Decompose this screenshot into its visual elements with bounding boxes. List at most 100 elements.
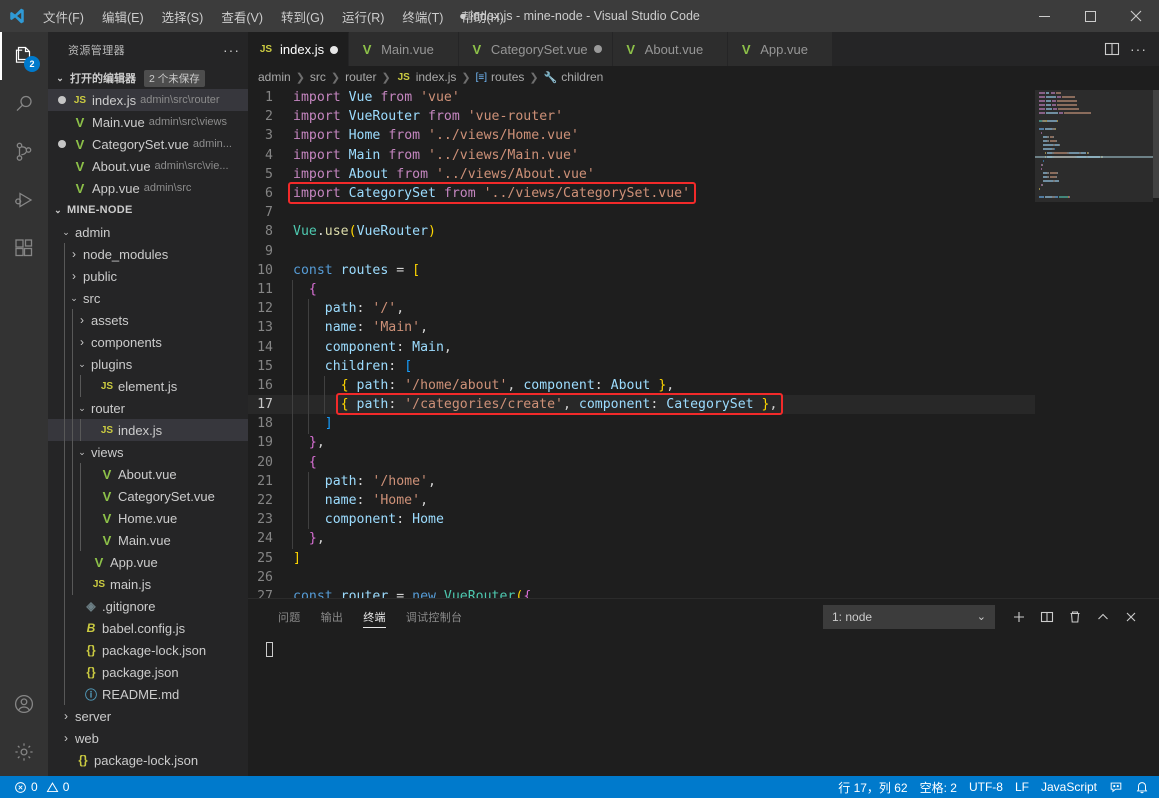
- menu-selection[interactable]: 选择(S): [153, 3, 213, 30]
- panel-tab-debug-console[interactable]: 调试控制台: [396, 599, 473, 634]
- code-line[interactable]: 8Vue.use(VueRouter): [248, 222, 1035, 241]
- list-item[interactable]: V Main.vue admin\src\views: [48, 111, 248, 133]
- tree-root-folder[interactable]: ⌄ MINE-NODE: [48, 199, 248, 221]
- list-item[interactable]: V About.vue admin\src\vie...: [48, 155, 248, 177]
- panel-tab-problems[interactable]: 问题: [268, 599, 311, 634]
- tree-row[interactable]: VAbout.vue: [48, 463, 248, 485]
- editor-tab[interactable]: VCategorySet.vue: [459, 32, 613, 66]
- maximize-panel-button[interactable]: [1089, 603, 1117, 631]
- code-line[interactable]: 5import About from '../views/About.vue': [248, 165, 1035, 184]
- tree-row[interactable]: Bbabel.config.js: [48, 617, 248, 639]
- minimap-slider[interactable]: [1035, 90, 1153, 202]
- menu-file[interactable]: 文件(F): [34, 3, 93, 30]
- tree-row[interactable]: VCategorySet.vue: [48, 485, 248, 507]
- eol[interactable]: LF: [1009, 776, 1035, 798]
- editor-tab[interactable]: VAbout.vue: [613, 32, 729, 66]
- tree-row[interactable]: ›components: [48, 331, 248, 353]
- tree-row[interactable]: ›server: [48, 705, 248, 727]
- tree-row[interactable]: JSindex.js: [48, 419, 248, 441]
- tree-row[interactable]: VHome.vue: [48, 507, 248, 529]
- breadcrumb-item-router[interactable]: router: [345, 70, 376, 84]
- code-line[interactable]: 2import VueRouter from 'vue-router': [248, 107, 1035, 126]
- editor-scrollbar[interactable]: [1153, 88, 1159, 598]
- list-item[interactable]: V App.vue admin\src: [48, 177, 248, 199]
- breadcrumb-item-admin[interactable]: admin: [258, 70, 291, 84]
- minimap[interactable]: [1035, 88, 1159, 598]
- account-icon[interactable]: [0, 680, 48, 728]
- tree-row[interactable]: VApp.vue: [48, 551, 248, 573]
- code-line[interactable]: 1import Vue from 'vue': [248, 88, 1035, 107]
- tree-row[interactable]: ⓘREADME.md: [48, 683, 248, 705]
- search-icon[interactable]: [0, 80, 48, 128]
- split-editor-icon[interactable]: [1104, 41, 1120, 57]
- code-line[interactable]: 19 },: [248, 433, 1035, 452]
- breadcrumb-item-children[interactable]: 🔧 children: [544, 70, 604, 84]
- tree-row[interactable]: ⌄admin: [48, 221, 248, 243]
- tree-row[interactable]: JSelement.js: [48, 375, 248, 397]
- explorer-icon[interactable]: 2: [0, 32, 48, 80]
- menu-edit[interactable]: 编辑(E): [93, 3, 153, 30]
- code-line[interactable]: 23 component: Home: [248, 510, 1035, 529]
- panel-tab-output[interactable]: 输出: [311, 599, 354, 634]
- indentation[interactable]: 空格: 2: [914, 776, 963, 798]
- code-line[interactable]: 13 name: 'Main',: [248, 318, 1035, 337]
- settings-gear-icon[interactable]: [0, 728, 48, 776]
- tree-row[interactable]: ◈.gitignore: [48, 595, 248, 617]
- code-line[interactable]: 25]: [248, 549, 1035, 568]
- code-line[interactable]: 21 path: '/home',: [248, 472, 1035, 491]
- tree-row[interactable]: ⌄views: [48, 441, 248, 463]
- code-line[interactable]: 11 {: [248, 280, 1035, 299]
- kill-terminal-button[interactable]: [1061, 603, 1089, 631]
- terminal-body[interactable]: [248, 634, 1159, 776]
- close-button[interactable]: [1113, 0, 1159, 32]
- dirty-dot-icon[interactable]: [58, 140, 66, 148]
- scrollbar-thumb[interactable]: [1153, 90, 1159, 198]
- run-debug-icon[interactable]: [0, 176, 48, 224]
- code-line[interactable]: 4import Main from '../views/Main.vue': [248, 146, 1035, 165]
- code-line[interactable]: 7: [248, 203, 1035, 222]
- tree-row[interactable]: ⌄router: [48, 397, 248, 419]
- tree-row[interactable]: ›web: [48, 727, 248, 749]
- tree-row[interactable]: ›node_modules: [48, 243, 248, 265]
- panel-tab-terminal[interactable]: 终端: [353, 599, 396, 634]
- terminal-select[interactable]: 1: node ⌄: [823, 605, 995, 629]
- encoding[interactable]: UTF-8: [963, 776, 1009, 798]
- editor-tab[interactable]: JSindex.js: [248, 32, 349, 66]
- code-line[interactable]: 3import Home from '../views/Home.vue': [248, 126, 1035, 145]
- code-line[interactable]: 12 path: '/',: [248, 299, 1035, 318]
- code-line[interactable]: 6import CategorySet from '../views/Categ…: [248, 184, 1035, 203]
- breadcrumb-item-routes[interactable]: [≡] routes: [476, 70, 525, 84]
- code-line[interactable]: 20 {: [248, 453, 1035, 472]
- tree-row[interactable]: JSmain.js: [48, 573, 248, 595]
- editor-tab[interactable]: VApp.vue: [728, 32, 833, 66]
- code-line[interactable]: 24 },: [248, 529, 1035, 548]
- language-mode[interactable]: JavaScript: [1035, 776, 1103, 798]
- sidebar-more-actions-icon[interactable]: ···: [223, 42, 240, 58]
- code-line[interactable]: 26: [248, 568, 1035, 587]
- minimize-button[interactable]: [1021, 0, 1067, 32]
- code-line[interactable]: 18 ]: [248, 414, 1035, 433]
- feedback-icon[interactable]: [1103, 776, 1129, 798]
- menu-run[interactable]: 运行(R): [333, 3, 393, 30]
- list-item[interactable]: V CategorySet.vue admin...: [48, 133, 248, 155]
- menu-help[interactable]: 帮助(H): [452, 3, 512, 30]
- tree-row[interactable]: {}package-lock.json: [48, 639, 248, 661]
- tree-row[interactable]: VMain.vue: [48, 529, 248, 551]
- menu-bar[interactable]: 文件(F) 编辑(E) 选择(S) 查看(V) 转到(G) 运行(R) 终端(T…: [34, 3, 513, 30]
- notifications-bell-icon[interactable]: [1129, 776, 1155, 798]
- code-line[interactable]: 22 name: 'Home',: [248, 491, 1035, 510]
- code-line[interactable]: 27const router = new VueRouter({: [248, 587, 1035, 598]
- new-terminal-button[interactable]: [1005, 603, 1033, 631]
- code-line[interactable]: 15 children: [: [248, 357, 1035, 376]
- close-panel-button[interactable]: [1117, 603, 1145, 631]
- editor-tab[interactable]: VMain.vue: [349, 32, 459, 66]
- cursor-position[interactable]: 行 17，列 62: [832, 776, 913, 798]
- open-editors-header[interactable]: ⌄ 打开的编辑器 2 个未保存: [48, 67, 248, 89]
- code-line[interactable]: 16 { path: '/home/about', component: Abo…: [248, 376, 1035, 395]
- code-line[interactable]: 17 { path: '/categories/create', compone…: [248, 395, 1035, 414]
- dirty-dot-icon[interactable]: [58, 96, 66, 104]
- tree-row[interactable]: {}package.json: [48, 661, 248, 683]
- menu-terminal[interactable]: 终端(T): [393, 3, 452, 30]
- code-line[interactable]: 14 component: Main,: [248, 338, 1035, 357]
- breadcrumb-item-indexjs[interactable]: JS index.js: [396, 70, 457, 84]
